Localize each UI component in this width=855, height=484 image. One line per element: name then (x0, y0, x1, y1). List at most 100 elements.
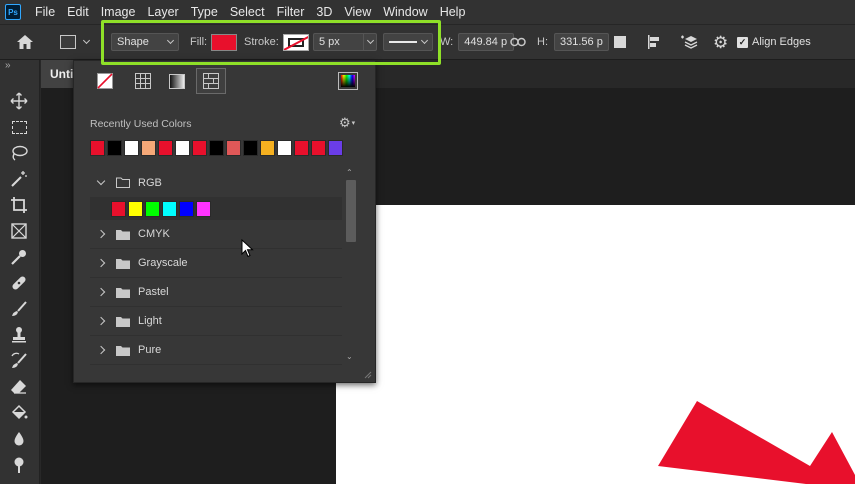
height-field[interactable]: 331.56 p (554, 33, 609, 51)
menu-select[interactable]: Select (224, 0, 271, 24)
path-arrangement-button[interactable] (678, 25, 698, 59)
recent-color-swatch[interactable] (294, 140, 309, 156)
panel-settings-button[interactable]: ⚙ ▾ (339, 116, 355, 129)
menu-help[interactable]: Help (434, 0, 472, 24)
recent-color-swatch[interactable] (107, 140, 122, 156)
recent-color-swatch[interactable] (124, 140, 139, 156)
swatch-group-cmyk[interactable]: CMYK (90, 220, 342, 249)
blur-tool[interactable] (8, 428, 30, 450)
recent-color-swatch[interactable] (243, 140, 258, 156)
chevron-right-icon[interactable] (96, 258, 106, 268)
menu-view[interactable]: View (338, 0, 377, 24)
brush-tool[interactable] (8, 298, 30, 320)
swatch-group-pure[interactable]: Pure (90, 336, 342, 365)
recent-color-swatch[interactable] (311, 140, 326, 156)
options-bar: Shape Fill: Stroke: 5 px W: 449.84 p H: … (0, 24, 855, 60)
eraser-tool[interactable] (8, 376, 30, 398)
recent-color-swatch[interactable] (260, 140, 275, 156)
swatch-group-rgb[interactable]: RGB (90, 168, 342, 197)
rgb-color-swatch[interactable] (111, 200, 126, 217)
align-edges-toggle[interactable]: ✓ Align Edges (737, 25, 811, 59)
magic-wand-tool[interactable] (8, 168, 30, 190)
recent-color-swatch[interactable] (175, 140, 190, 156)
stroke-color-swatch[interactable] (282, 33, 309, 51)
swatch-group-pastel[interactable]: Pastel (90, 278, 342, 307)
rgb-color-swatch[interactable] (196, 200, 211, 217)
no-color-icon (97, 73, 113, 89)
swatch-group-list: RGB CMYK Grayscale Pastel Light Pure (90, 168, 342, 366)
healing-brush-tool[interactable] (8, 272, 30, 294)
rgb-color-swatch[interactable] (128, 200, 143, 217)
swatch-group-grayscale[interactable]: Grayscale (90, 249, 342, 278)
lasso-tool[interactable] (8, 142, 30, 164)
history-brush-tool[interactable] (8, 350, 30, 372)
align-edges-checkbox[interactable]: ✓ (737, 36, 748, 48)
eyedropper-tool[interactable] (8, 246, 30, 268)
mouse-cursor-icon (241, 239, 254, 258)
chevron-down-icon (82, 36, 91, 45)
align-edges-label: Align Edges (752, 36, 811, 48)
recent-color-swatch[interactable] (192, 140, 207, 156)
rgb-color-swatch[interactable] (145, 200, 160, 217)
chevron-right-icon[interactable] (96, 287, 106, 297)
marquee-tool[interactable] (8, 116, 30, 138)
rgb-color-swatch[interactable] (162, 200, 177, 217)
swatch-group-label: RGB (138, 176, 162, 189)
recent-color-swatch[interactable] (328, 140, 343, 156)
menu-file[interactable]: File (29, 0, 61, 24)
menu-edit[interactable]: Edit (61, 0, 95, 24)
move-tool[interactable] (8, 90, 30, 112)
color-picker-button[interactable] (338, 72, 358, 90)
chevron-right-icon[interactable] (96, 229, 106, 239)
clone-stamp-tool[interactable] (8, 324, 30, 346)
swatch-list-scrollbar[interactable]: ⌃ ⌄ (344, 168, 356, 366)
recent-color-swatch[interactable] (209, 140, 224, 156)
scrollbar-thumb[interactable] (346, 180, 356, 242)
rgb-color-swatch[interactable] (179, 200, 194, 217)
menu-3d[interactable]: 3D (310, 0, 338, 24)
menu-type[interactable]: Type (185, 0, 224, 24)
width-field[interactable]: 449.84 p (458, 33, 515, 51)
chevron-down-icon[interactable] (96, 176, 106, 185)
scroll-down-icon[interactable]: ⌄ (346, 352, 353, 361)
resize-grip-icon[interactable] (362, 369, 372, 379)
fill-color-swatch[interactable] (211, 33, 238, 51)
menu-image[interactable]: Image (95, 0, 142, 24)
link-icon (510, 37, 526, 47)
menu-layer[interactable]: Layer (141, 0, 184, 24)
recent-color-swatch[interactable] (226, 140, 241, 156)
dodge-tool[interactable] (8, 454, 30, 476)
chevron-right-icon[interactable] (96, 316, 106, 326)
menu-window[interactable]: Window (377, 0, 433, 24)
recent-color-swatch[interactable] (277, 140, 292, 156)
red-arrow-shape[interactable] (658, 401, 855, 484)
link-dimensions-button[interactable] (510, 25, 526, 59)
stroke-type-dropdown[interactable] (383, 33, 433, 51)
gradient-button[interactable] (162, 68, 192, 94)
path-alignment-button[interactable] (646, 25, 662, 59)
path-operations-button[interactable] (614, 25, 626, 59)
no-color-button[interactable] (90, 68, 120, 94)
recent-color-swatch[interactable] (90, 140, 105, 156)
canvas[interactable] (336, 205, 855, 484)
solid-color-button[interactable] (128, 68, 158, 94)
swatch-group-light[interactable]: Light (90, 307, 342, 336)
recent-color-swatch[interactable] (158, 140, 173, 156)
collapse-panel-icon[interactable]: » (5, 60, 11, 71)
scroll-up-icon[interactable]: ⌃ (346, 168, 353, 177)
frame-tool[interactable] (8, 220, 30, 242)
pattern-button[interactable] (196, 68, 226, 94)
geometry-options-button[interactable]: ⚙ (713, 25, 728, 59)
path-operations-icon (614, 36, 626, 48)
chevron-right-icon[interactable] (96, 345, 106, 355)
tool-mode-dropdown[interactable]: Shape (111, 33, 179, 51)
stroke-width-field[interactable]: 5 px (313, 33, 377, 51)
crop-tool[interactable] (8, 194, 30, 216)
paint-bucket-tool[interactable] (8, 402, 30, 424)
stroke-width-dropdown-button[interactable] (363, 34, 375, 50)
home-button[interactable] (16, 25, 34, 59)
app-logo[interactable]: Ps (5, 4, 21, 20)
menu-filter[interactable]: Filter (271, 0, 311, 24)
recent-color-swatch[interactable] (141, 140, 156, 156)
tool-preset-picker[interactable] (60, 25, 91, 59)
